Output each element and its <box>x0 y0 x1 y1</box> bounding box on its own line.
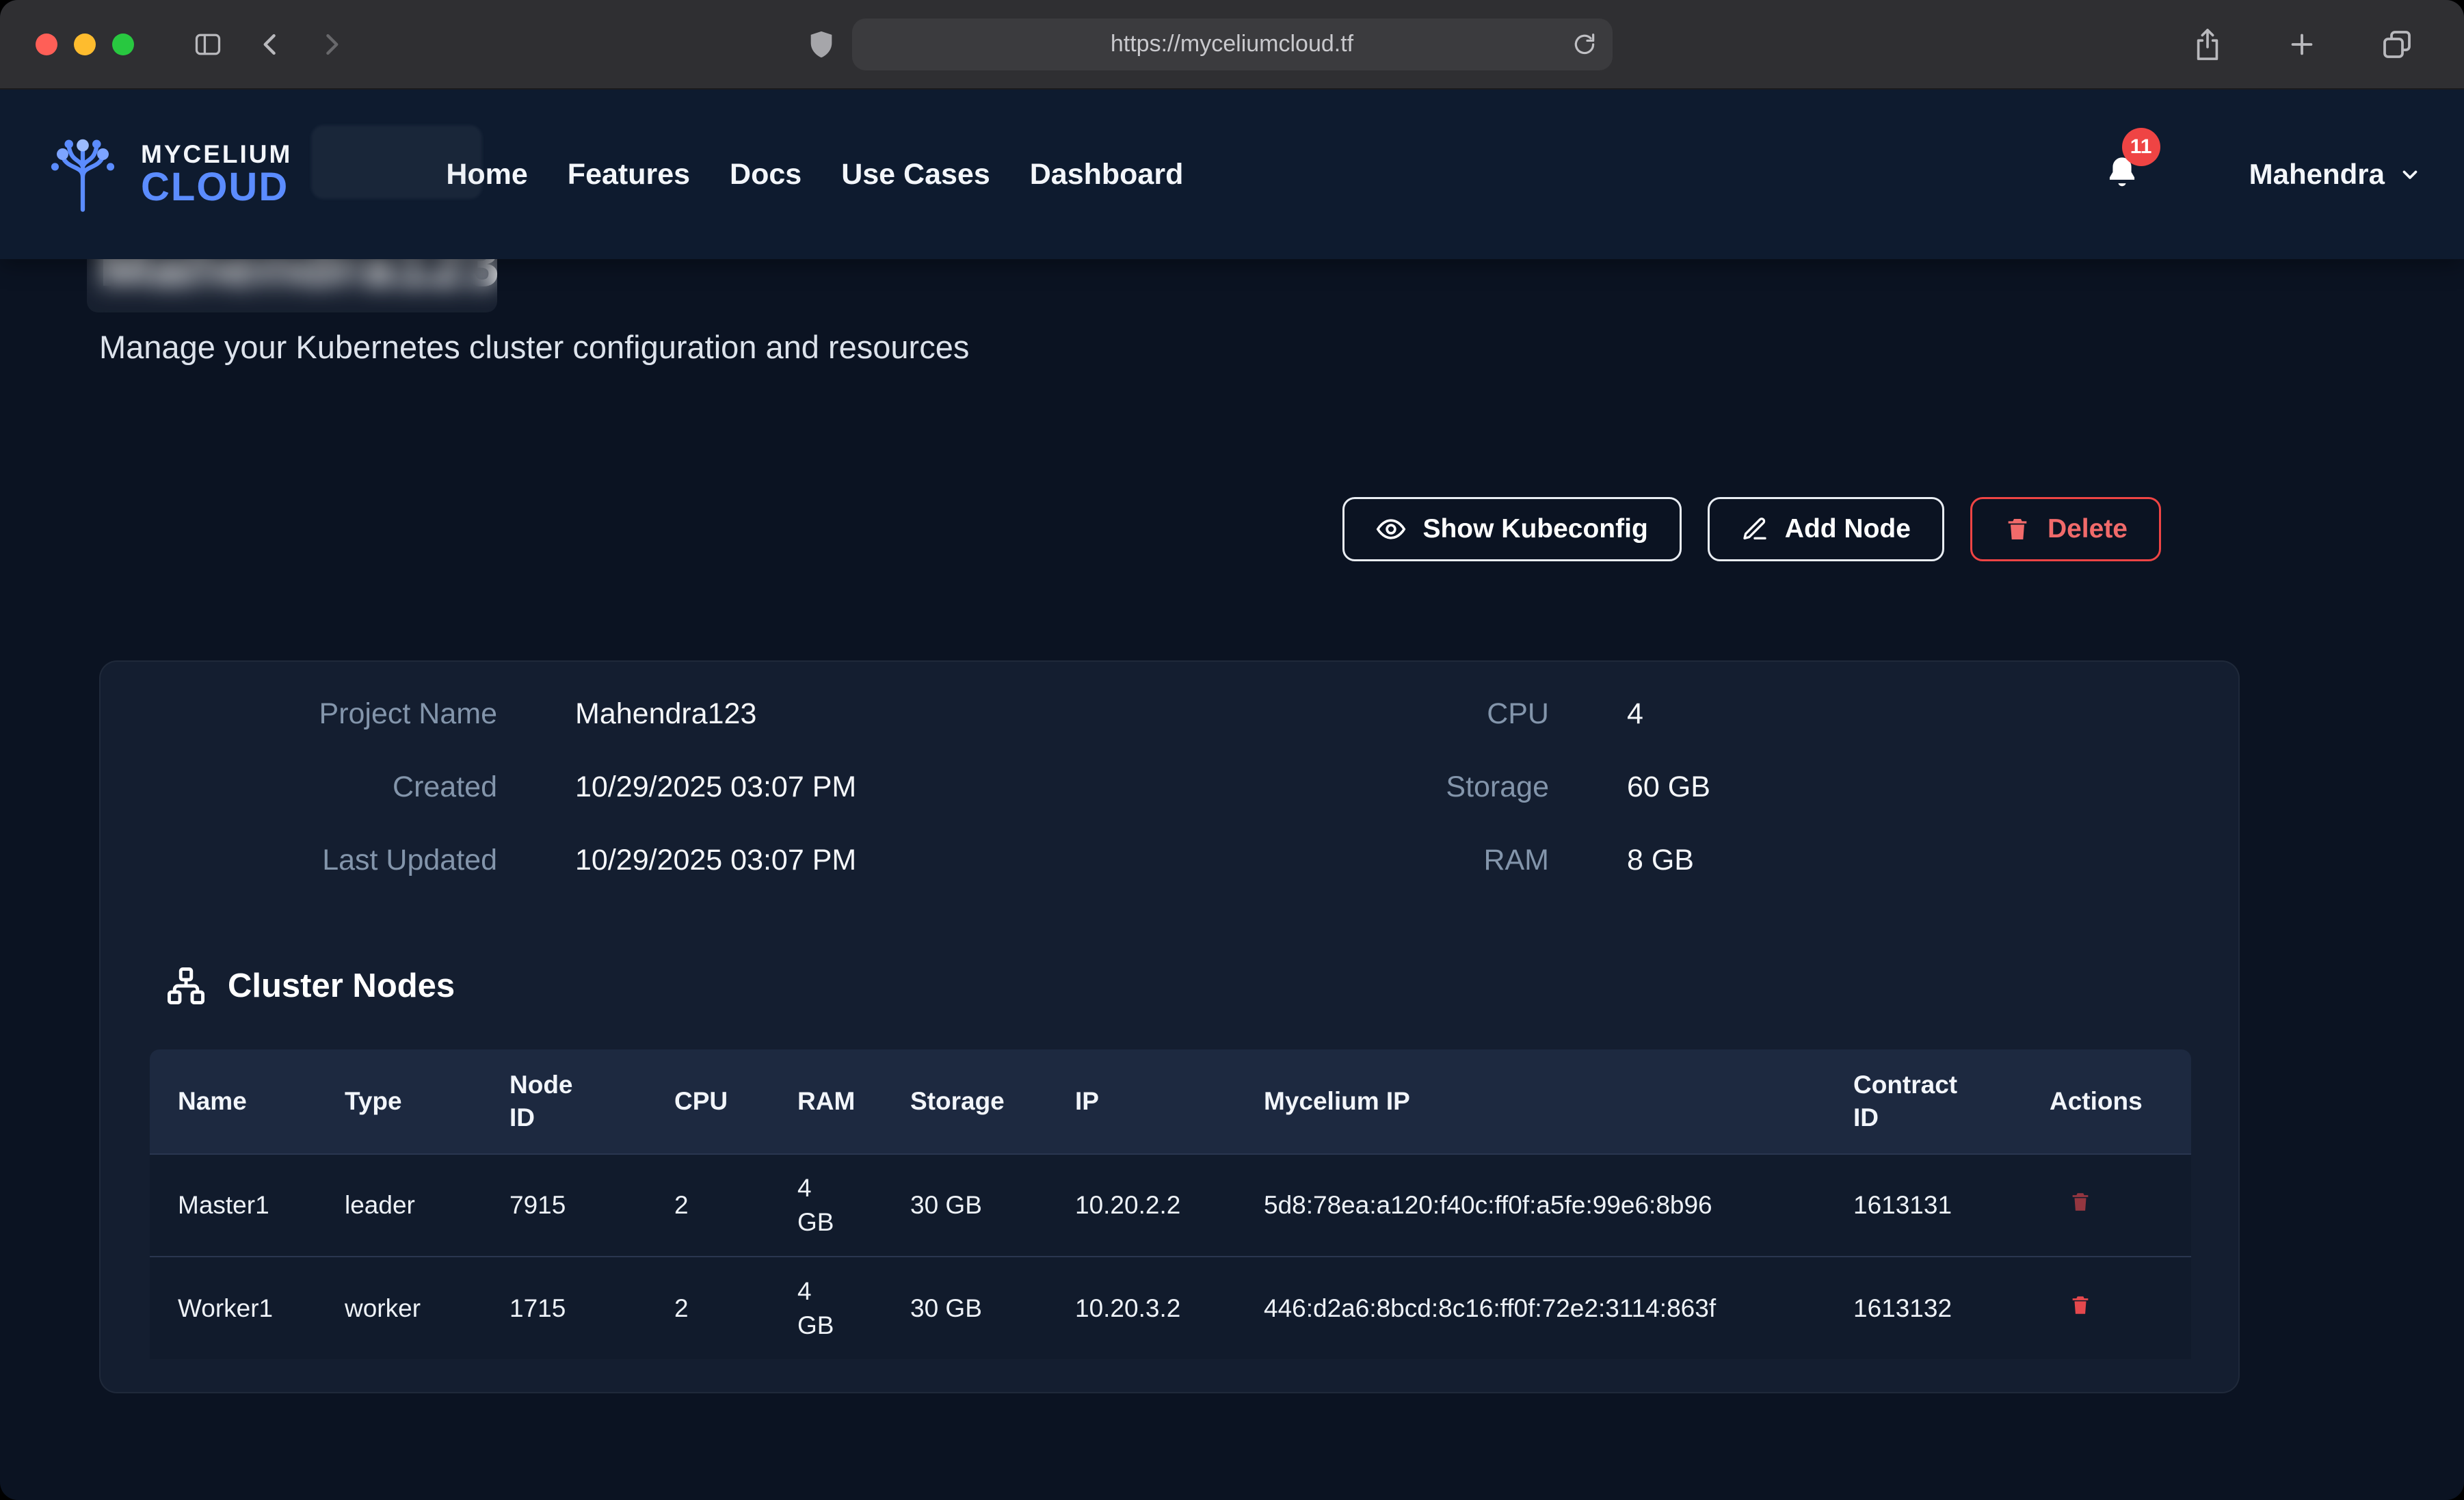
col-mycelium-ip: Mycelium IP <box>1236 1049 1825 1154</box>
cell-mycelium-ip: 5d8:78ea:a120:f40c:ff0f:a5fe:99e6:8b96 <box>1236 1154 1825 1257</box>
reload-icon[interactable] <box>1572 31 1598 57</box>
minimize-window-button[interactable] <box>74 34 96 55</box>
cell-name: Worker1 <box>150 1257 317 1359</box>
show-kubeconfig-label: Show Kubeconfig <box>1422 514 1647 544</box>
cell-name: Master1 <box>150 1154 317 1257</box>
col-type: Type <box>317 1049 481 1154</box>
nav-link-use-cases[interactable]: Use Cases <box>841 158 990 191</box>
delete-node-button[interactable] <box>2050 1190 2092 1216</box>
col-cpu: CPU <box>646 1049 769 1154</box>
add-node-button[interactable]: Add Node <box>1708 497 1944 561</box>
pencil-icon <box>1741 515 1768 543</box>
show-kubeconfig-button[interactable]: Show Kubeconfig <box>1342 497 1681 561</box>
trash-icon <box>2069 1294 2092 1317</box>
cell-node-id: 1715 <box>481 1257 646 1359</box>
ram-value: 8 GB <box>1627 844 2189 877</box>
cell-cpu: 2 <box>646 1154 769 1257</box>
brand-logo[interactable]: MYCELIUM CLOUD <box>42 134 292 215</box>
col-ip: IP <box>1047 1049 1236 1154</box>
table-header-row: Name Type Node ID CPU RAM Storage IP Myc… <box>150 1049 2191 1154</box>
project-name-value: Mahendra123 <box>575 697 1266 731</box>
nav-link-features[interactable]: Features <box>568 158 690 191</box>
created-value: 10/29/2025 03:07 PM <box>575 771 1266 804</box>
delete-label: Delete <box>2048 514 2128 544</box>
cell-node-id: 7915 <box>481 1154 646 1257</box>
cluster-nodes-heading: Cluster Nodes <box>165 965 2189 1007</box>
cell-actions <box>2022 1154 2191 1257</box>
cell-cpu: 2 <box>646 1257 769 1359</box>
nav-link-docs[interactable]: Docs <box>730 158 802 191</box>
cell-ip: 10.20.2.2 <box>1047 1154 1236 1257</box>
back-icon[interactable] <box>256 29 286 59</box>
cell-actions <box>2022 1257 2191 1359</box>
col-contract-id: Contract ID <box>1825 1049 2022 1154</box>
nodes-table: Name Type Node ID CPU RAM Storage IP Myc… <box>150 1049 2191 1359</box>
page-subtitle: Manage your Kubernetes cluster configura… <box>99 328 2240 366</box>
browser-window: https://myceliumcloud.tf <box>0 0 2464 1500</box>
site-navbar: MYCELIUM CLOUD Home Features Docs Use Ca… <box>0 90 2464 259</box>
add-node-label: Add Node <box>1785 514 1911 544</box>
traffic-lights <box>36 34 134 55</box>
delete-node-button[interactable] <box>2050 1294 2092 1319</box>
storage-value: 60 GB <box>1627 771 2189 804</box>
network-icon <box>165 965 207 1007</box>
info-label: CPU <box>1344 697 1549 731</box>
privacy-shield-icon[interactable] <box>806 27 837 62</box>
cell-storage: 30 GB <box>882 1257 1047 1359</box>
col-actions: Actions <box>2022 1049 2191 1154</box>
brand-line2: CLOUD <box>141 167 292 207</box>
info-label: Last Updated <box>162 844 497 877</box>
main-content: Mahendra123 Manage your Kubernetes clust… <box>0 230 2464 1393</box>
cell-ram: 4 GB <box>769 1154 882 1257</box>
cluster-card: Project Name Mahendra123 CPU 4 Created 1… <box>99 660 2240 1393</box>
share-icon[interactable] <box>2192 27 2223 62</box>
user-name: Mahendra <box>2249 158 2385 191</box>
table-row: Master1 leader 7915 2 4 GB 30 GB 10.20.2… <box>150 1154 2191 1257</box>
cluster-actions: Show Kubeconfig Add Node Delete <box>99 497 2240 561</box>
cell-ip: 10.20.3.2 <box>1047 1257 1236 1359</box>
close-window-button[interactable] <box>36 34 57 55</box>
trash-icon <box>2004 515 2031 543</box>
section-title: Cluster Nodes <box>228 967 455 1005</box>
notifications-button[interactable]: 11 <box>2104 154 2140 196</box>
cell-storage: 30 GB <box>882 1154 1047 1257</box>
col-ram: RAM <box>769 1049 882 1154</box>
address-bar[interactable]: https://myceliumcloud.tf <box>852 18 1613 70</box>
cpu-value: 4 <box>1627 697 2189 731</box>
info-label: Storage <box>1344 771 1549 804</box>
nav-links: Home Features Docs Use Cases Dashboard <box>446 158 1183 191</box>
table-row: Worker1 worker 1715 2 4 GB 30 GB 10.20.3… <box>150 1257 2191 1359</box>
info-label: Created <box>162 771 497 804</box>
blurred-region <box>311 125 482 199</box>
brand-line1: MYCELIUM <box>141 142 292 168</box>
delete-cluster-button[interactable]: Delete <box>1970 497 2161 561</box>
cell-contract-id: 1613132 <box>1825 1257 2022 1359</box>
zoom-window-button[interactable] <box>112 34 134 55</box>
col-node-id: Node ID <box>481 1049 646 1154</box>
mycelium-logo-icon <box>42 134 123 215</box>
col-name: Name <box>150 1049 317 1154</box>
cell-type: leader <box>317 1154 481 1257</box>
cell-mycelium-ip: 446:d2a6:8bcd:8c16:ff0f:72e2:3114:863f <box>1236 1257 1825 1359</box>
info-label: Project Name <box>162 697 497 731</box>
nav-link-dashboard[interactable]: Dashboard <box>1030 158 1184 191</box>
info-label: RAM <box>1344 844 1549 877</box>
user-menu[interactable]: Mahendra <box>2249 158 2422 191</box>
chevron-down-icon <box>2398 163 2422 186</box>
browser-chrome: https://myceliumcloud.tf <box>0 0 2464 90</box>
forward-icon[interactable] <box>316 29 346 59</box>
eye-icon <box>1376 514 1406 544</box>
notification-badge: 11 <box>2122 128 2160 166</box>
address-bar-url: https://myceliumcloud.tf <box>1111 31 1353 57</box>
cell-contract-id: 1613131 <box>1825 1154 2022 1257</box>
tab-overview-icon[interactable] <box>2381 28 2413 61</box>
sidebar-toggle-icon[interactable] <box>190 29 226 59</box>
cell-ram: 4 GB <box>769 1257 882 1359</box>
new-tab-icon[interactable] <box>2286 29 2318 60</box>
trash-icon <box>2069 1190 2092 1214</box>
cell-type: worker <box>317 1257 481 1359</box>
cluster-info-grid: Project Name Mahendra123 CPU 4 Created 1… <box>150 697 2189 877</box>
col-storage: Storage <box>882 1049 1047 1154</box>
last-updated-value: 10/29/2025 03:07 PM <box>575 844 1266 877</box>
